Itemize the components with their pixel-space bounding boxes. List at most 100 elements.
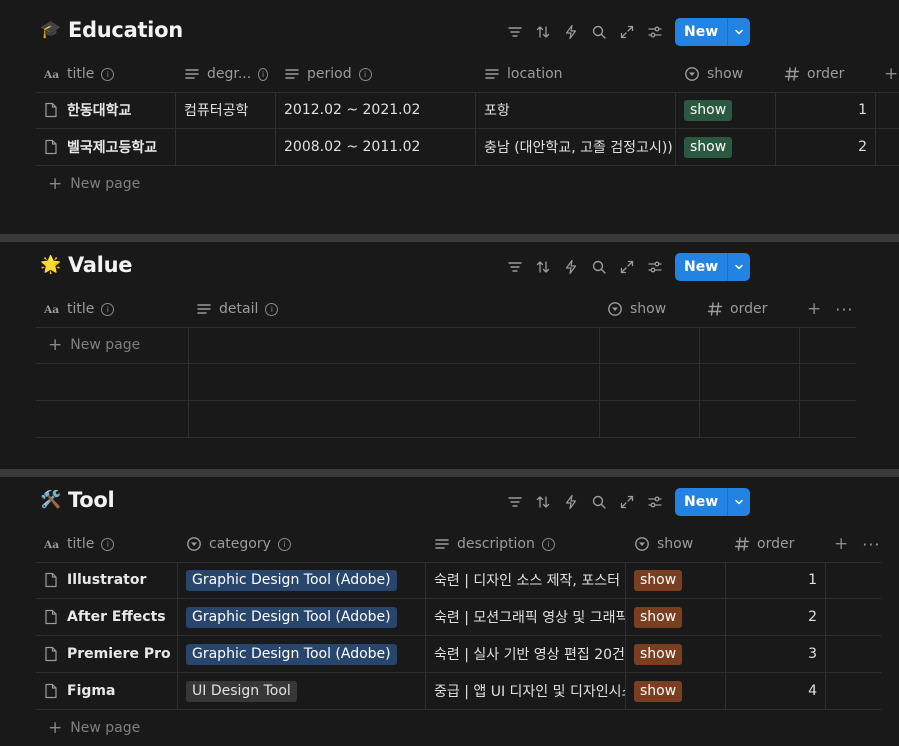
education-header: 🎓 Education (40, 18, 183, 42)
more-icon[interactable]: ··· (862, 535, 880, 554)
new-button-label[interactable]: New (675, 488, 727, 516)
column-detail[interactable]: detail i (188, 291, 599, 327)
column-order[interactable]: order (699, 291, 799, 327)
sort-icon[interactable] (529, 488, 557, 516)
page-title[interactable]: Education (68, 18, 183, 42)
category-badge: Graphic Design Tool (Adobe) (186, 606, 397, 628)
category-badge: Graphic Design Tool (Adobe) (186, 643, 397, 665)
expand-icon[interactable] (613, 18, 641, 46)
filter-icon[interactable] (501, 18, 529, 46)
page-icon (44, 646, 58, 662)
column-actions: + ··· (826, 526, 881, 562)
lightning-icon[interactable] (557, 253, 585, 281)
column-title[interactable]: title i (36, 291, 188, 327)
text-lines-icon (434, 536, 450, 552)
column-show[interactable]: show (599, 291, 699, 327)
select-icon (634, 536, 650, 552)
table-row[interactable]: 한동대학교 컴퓨터공학 2012.02 ~ 2021.02 포항 show 1 (36, 92, 899, 129)
category-badge: Graphic Design Tool (Adobe) (186, 569, 397, 591)
search-icon[interactable] (585, 18, 613, 46)
column-description[interactable]: description i (426, 526, 626, 562)
search-icon[interactable] (585, 488, 613, 516)
status-badge: show (634, 569, 683, 591)
page-icon (44, 572, 58, 588)
category-badge: UI Design Tool (186, 680, 297, 702)
column-order[interactable]: order (726, 526, 826, 562)
column-degree[interactable]: degr... i (176, 56, 276, 92)
settings-icon[interactable] (641, 488, 669, 516)
page-title[interactable]: Value (68, 253, 132, 277)
plus-icon[interactable]: + (807, 299, 821, 319)
column-show[interactable]: show (626, 526, 726, 562)
search-icon[interactable] (585, 253, 613, 281)
select-icon (684, 66, 700, 82)
tools-icon: 🛠️ (40, 490, 62, 510)
new-button[interactable]: New (675, 253, 751, 281)
hash-icon (734, 536, 750, 552)
expand-icon[interactable] (613, 253, 641, 281)
status-badge: show (684, 136, 733, 158)
info-icon: i (265, 302, 279, 316)
table-row[interactable]: Premiere Pro Graphic Design Tool (Adobe)… (36, 636, 881, 673)
hash-icon (784, 66, 800, 82)
status-badge: show (634, 643, 683, 665)
text-lines-icon (284, 66, 300, 82)
expand-icon[interactable] (613, 488, 641, 516)
page-title[interactable]: Tool (68, 488, 115, 512)
column-period[interactable]: period i (276, 56, 476, 92)
new-page-button[interactable]: + New page (36, 327, 140, 363)
table-row[interactable]: Illustrator Graphic Design Tool (Adobe) … (36, 562, 881, 599)
table-row[interactable]: 벨국제고등학교 2008.02 ~ 2011.02 충남 (대안학교, 고졸 검… (36, 129, 899, 166)
select-icon (186, 536, 202, 552)
column-title[interactable]: title i (36, 56, 176, 92)
plus-icon[interactable]: + (834, 534, 848, 554)
info-icon: i (258, 67, 268, 81)
page-icon (44, 609, 58, 625)
column-divider (599, 327, 600, 438)
table-header: title i degr... i period i location show or… (36, 56, 899, 93)
settings-icon[interactable] (641, 253, 669, 281)
settings-icon[interactable] (641, 18, 669, 46)
text-lines-icon (196, 301, 212, 317)
filter-icon[interactable] (501, 488, 529, 516)
lightning-icon[interactable] (557, 488, 585, 516)
new-button-label[interactable]: New (675, 253, 727, 281)
sort-icon[interactable] (529, 18, 557, 46)
new-button[interactable]: New (675, 488, 751, 516)
chevron-down-icon[interactable] (727, 253, 750, 281)
more-icon[interactable]: ··· (835, 300, 853, 319)
new-page-button[interactable]: + New page (36, 166, 140, 202)
column-category[interactable]: category i (178, 526, 426, 562)
new-page-button[interactable]: + New page (36, 710, 140, 746)
chevron-down-icon[interactable] (727, 18, 750, 46)
database-toolbar: New (501, 18, 751, 46)
tool-header: 🛠️ Tool (40, 488, 114, 512)
database-toolbar: New (501, 488, 751, 516)
value-section: 🌟 Value New title i detail i show order + ·… (0, 242, 899, 469)
info-icon: i (358, 67, 372, 81)
column-show[interactable]: show (676, 56, 776, 92)
filter-icon[interactable] (501, 253, 529, 281)
status-badge: show (684, 99, 733, 121)
table-row[interactable]: After Effects Graphic Design Tool (Adobe… (36, 599, 881, 636)
plus-icon: + (48, 718, 63, 738)
lightning-icon[interactable] (557, 18, 585, 46)
add-column-button[interactable]: + (876, 56, 899, 92)
new-button-label[interactable]: New (675, 18, 727, 46)
database-toolbar: New (501, 253, 751, 281)
new-button[interactable]: New (675, 18, 751, 46)
info-icon: i (277, 537, 291, 551)
table-header: title i detail i show order + ··· (36, 291, 856, 328)
graduation-cap-icon: 🎓 (40, 20, 62, 40)
column-location[interactable]: location (476, 56, 676, 92)
plus-icon: + (48, 174, 63, 194)
table-row[interactable]: Figma UI Design Tool 중급 | 앱 UI 디자인 및 디자인… (36, 673, 881, 710)
column-divider (188, 327, 189, 438)
chevron-down-icon[interactable] (727, 488, 750, 516)
column-title[interactable]: title i (36, 526, 178, 562)
column-order[interactable]: order (776, 56, 876, 92)
info-icon: i (101, 302, 115, 316)
sort-icon[interactable] (529, 253, 557, 281)
info-icon: i (101, 67, 115, 81)
text-type-icon (44, 536, 60, 552)
